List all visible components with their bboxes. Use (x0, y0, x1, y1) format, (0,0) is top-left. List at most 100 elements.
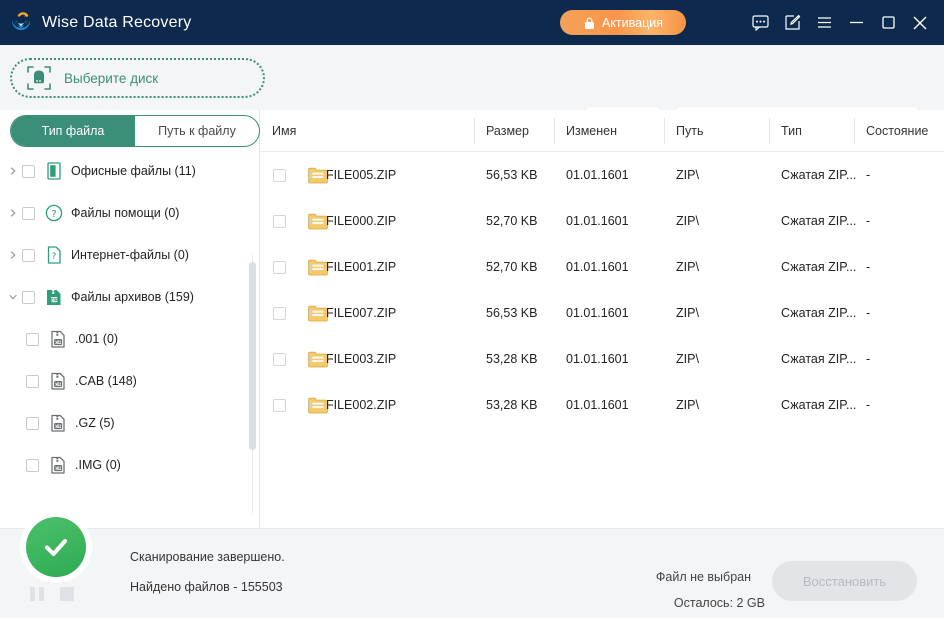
sidebar-item-3[interactable]: ZIP Файлы архивов (159) (0, 276, 252, 318)
table-row[interactable]: FILE005.ZIP 56,53 KB 01.01.1601 ZIP\ Сжатая … (260, 152, 944, 198)
sidebar-item-checkbox[interactable] (22, 164, 35, 178)
stop-icon[interactable] (60, 587, 74, 601)
minimize-icon[interactable] (840, 0, 872, 45)
pause-icon[interactable] (30, 587, 44, 601)
svg-text:ZIP: ZIP (50, 297, 59, 303)
row-checkbox[interactable] (273, 306, 286, 320)
cell-path: ZIP\ (664, 352, 769, 366)
chevron-right-icon[interactable] (4, 250, 22, 260)
column-header-label: Путь (676, 123, 704, 138)
office-file-icon (43, 160, 65, 182)
column-header-label: Состояние (866, 123, 929, 138)
cell-modified-text: 01.01.1601 (566, 260, 629, 274)
column-header-state[interactable]: Состояние (854, 110, 944, 152)
page-title: Wise Data Recovery (42, 13, 192, 31)
zip-file-icon: ZIP (47, 328, 69, 350)
table-row[interactable]: FILE001.ZIP 52,70 KB 01.01.1601 ZIP\ Сжатая … (260, 244, 944, 290)
sidebar-item-0[interactable]: Офисные файлы (11) (0, 150, 252, 192)
app-window: Wise Data Recovery Активация Выберите ди… (0, 0, 944, 618)
sidebar-item-7[interactable]: ZIP .IMG (0) (0, 444, 252, 486)
column-header-type[interactable]: Тип (769, 110, 854, 152)
sidebar-item-label: Офисные файлы (11) (71, 164, 196, 178)
sidebar-item-checkbox[interactable] (26, 332, 39, 346)
tab-file-path[interactable]: Путь к файлу (135, 116, 259, 146)
cell-type: Сжатая ZIP... (769, 306, 856, 320)
menu-icon[interactable] (808, 0, 840, 45)
toolbar: Выберите диск Фил... (0, 45, 944, 141)
sidebar-item-checkbox[interactable] (26, 458, 39, 472)
chevron-right-icon[interactable] (4, 208, 22, 218)
cell-modified-text: 01.01.1601 (566, 352, 629, 366)
column-header-label: Размер (486, 123, 529, 138)
sidebar-item-6[interactable]: ZIP .GZ (5) (0, 402, 252, 444)
cell-name: FILE000.ZIP (260, 213, 474, 230)
svg-text:?: ? (52, 252, 57, 262)
cell-name: FILE003.ZIP (260, 351, 474, 368)
restore-button[interactable]: Восстановить (772, 561, 917, 601)
cell-path: ZIP\ (664, 306, 769, 320)
column-header-name[interactable]: Имя (260, 110, 474, 152)
sidebar-item-1[interactable]: ? Файлы помощи (0) (0, 192, 252, 234)
column-divider[interactable] (664, 117, 665, 144)
row-checkbox[interactable] (273, 352, 286, 366)
cell-size: 56,53 KB (474, 306, 554, 320)
cell-type-text: Сжатая ZIP... (781, 352, 857, 366)
cell-state: - (854, 260, 944, 274)
status-bar: Сканирование завершено. Найдено файлов -… (0, 511, 944, 618)
file-table: Имя Размер Изменен Путь Тип Состояние FILE005… (260, 110, 944, 528)
sidebar-item-checkbox[interactable] (22, 206, 35, 220)
chevron-down-icon[interactable] (4, 292, 22, 302)
sidebar-item-checkbox[interactable] (26, 416, 39, 430)
row-checkbox[interactable] (273, 260, 286, 274)
disk-select-button[interactable]: Выберите диск (10, 58, 265, 98)
selection-status: Файл не выбран (655, 570, 751, 584)
column-header-modified[interactable]: Изменен (554, 110, 664, 152)
chevron-right-icon[interactable] (4, 166, 22, 176)
column-divider[interactable] (474, 117, 475, 144)
activation-button[interactable]: Активация (560, 10, 686, 35)
table-row[interactable]: FILE000.ZIP 52,70 KB 01.01.1601 ZIP\ Сжатая … (260, 198, 944, 244)
maximize-icon[interactable] (872, 0, 904, 45)
feedback-icon[interactable] (744, 0, 776, 45)
cell-name: FILE007.ZIP (260, 305, 474, 322)
row-checkbox[interactable] (273, 168, 286, 182)
sidebar-item-label: Файлы помощи (0) (71, 206, 180, 220)
sidebar-item-checkbox[interactable] (26, 374, 39, 388)
row-checkbox[interactable] (273, 398, 286, 412)
edit-icon[interactable] (776, 0, 808, 45)
column-header-label: Имя (272, 123, 297, 138)
sidebar-item-checkbox[interactable] (22, 290, 35, 304)
svg-text:ZIP: ZIP (54, 382, 62, 387)
cell-state: - (854, 306, 944, 320)
column-divider[interactable] (769, 117, 770, 144)
sidebar-item-label: Интернет-файлы (0) (71, 248, 189, 262)
column-header-path[interactable]: Путь (664, 110, 769, 152)
sidebar-scrollbar-thumb[interactable] (249, 262, 256, 450)
cell-type: Сжатая ZIP... (769, 260, 857, 274)
sidebar-item-2[interactable]: ? Интернет-файлы (0) (0, 234, 252, 276)
table-row[interactable]: FILE002.ZIP 53,28 KB 01.01.1601 ZIP\ Сжатая … (260, 382, 944, 428)
zip-folder-icon (296, 305, 328, 322)
sidebar-item-label: .CAB (148) (75, 374, 137, 388)
cell-type-text: Сжатая ZIP... (781, 260, 857, 274)
cell-path-text: ZIP\ (676, 168, 699, 182)
close-icon[interactable] (904, 0, 936, 45)
column-divider[interactable] (854, 117, 855, 144)
column-header-size[interactable]: Размер (474, 110, 554, 152)
sidebar-item-checkbox[interactable] (22, 248, 35, 262)
cell-modified-text: 01.01.1601 (566, 398, 629, 412)
sidebar-item-4[interactable]: ZIP .001 (0) (0, 318, 252, 360)
cell-path: ZIP\ (664, 168, 769, 182)
tab-file-type[interactable]: Тип файла (11, 116, 135, 146)
cell-type-text: Сжатая ZIP... (781, 214, 857, 228)
table-row[interactable]: FILE007.ZIP 56,53 KB 01.01.1601 ZIP\ Сжатая … (260, 290, 944, 336)
cell-state-text: - (866, 352, 871, 366)
sidebar-item-5[interactable]: ZIP .CAB (148) (0, 360, 252, 402)
cell-size: 53,28 KB (474, 352, 554, 366)
view-mode-tabs: Тип файла Путь к файлу (10, 115, 260, 147)
cell-modified: 01.01.1601 (554, 168, 664, 182)
cell-path-text: ZIP\ (676, 306, 699, 320)
column-divider[interactable] (554, 117, 555, 144)
row-checkbox[interactable] (273, 214, 286, 228)
table-row[interactable]: FILE003.ZIP 53,28 KB 01.01.1601 ZIP\ Сжатая … (260, 336, 944, 382)
